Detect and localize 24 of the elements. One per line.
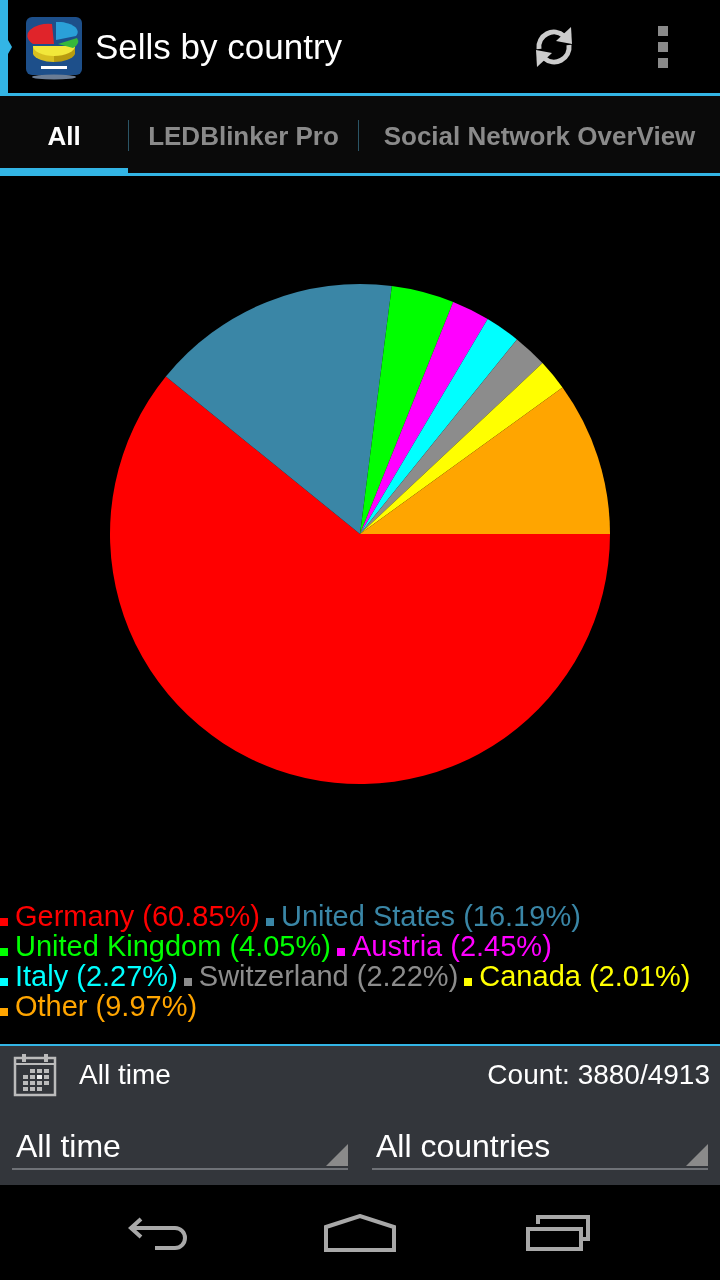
legend-label: Canada (2.01%) (479, 961, 691, 991)
screen-title: Sells by country (95, 26, 343, 67)
legend-label: United States (16.19%) (281, 901, 581, 931)
tab[interactable]: All (0, 96, 128, 173)
legend-label: Austria (2.45%) (351, 931, 552, 961)
pie-chart-icon[interactable] (25, 15, 83, 80)
legend-label: Other (9.97%) (15, 991, 198, 1021)
count-label: Count: 3880/4913 (487, 1059, 710, 1091)
overflow-menu-icon[interactable] (658, 25, 668, 68)
dropdown[interactable]: All countries (372, 1116, 708, 1170)
dropdown-corner-icon (326, 1144, 348, 1166)
recent-apps-icon[interactable] (526, 1214, 590, 1251)
period-label: All time (79, 1059, 171, 1091)
dropdown-corner-icon (686, 1144, 708, 1166)
legend-label: Germany (60.85%) (15, 901, 260, 931)
tab[interactable]: Social Network OverView (359, 96, 720, 173)
up-indicator-icon[interactable] (0, 0, 12, 93)
legend-label: United Kingdom (4.05%) (15, 931, 331, 961)
dropdown[interactable]: All time (12, 1116, 348, 1170)
home-icon[interactable] (323, 1213, 396, 1252)
calendar-icon[interactable] (13, 1053, 57, 1097)
legend-label: Switzerland (2.22%) (198, 961, 459, 991)
tab[interactable]: LEDBlinker Pro (129, 96, 358, 173)
legend-label: Italy (2.27%) (15, 961, 178, 991)
